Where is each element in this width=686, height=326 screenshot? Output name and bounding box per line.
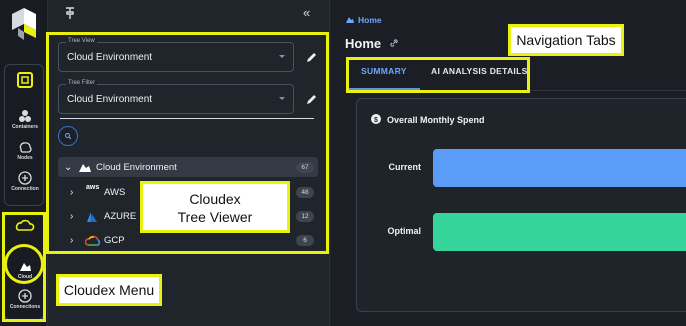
tabs-highlight: [346, 57, 530, 93]
dollar-icon: $: [371, 114, 381, 124]
nodes-icon: [19, 142, 32, 153]
monthly-spend-card: $ Overall Monthly Spend Current Optimal: [356, 98, 686, 312]
callout-line: Tree Viewer: [177, 209, 253, 225]
bar-current[interactable]: [433, 149, 686, 187]
rail-item-active-view[interactable]: [5, 71, 45, 89]
bar-optimal[interactable]: [433, 213, 686, 251]
bar-label-current: Current: [388, 162, 421, 172]
rail-item-connection[interactable]: Connection: [5, 171, 45, 192]
link-icon[interactable]: [389, 38, 399, 48]
bar-label-optimal: Optimal: [387, 226, 421, 236]
rail-item-containers[interactable]: Containers: [5, 109, 45, 130]
pin-icon[interactable]: [64, 6, 76, 25]
menu-callout: Cloudex Menu: [56, 274, 162, 306]
rail-label: Connection: [11, 186, 39, 192]
svg-text:$: $: [374, 117, 378, 124]
rail-group-infra: Containers Nodes Connection: [4, 64, 44, 206]
cloud-icon: [346, 17, 354, 23]
menu-highlight: [2, 212, 46, 322]
tree-viewer-callout: Cloudex Tree Viewer: [140, 181, 290, 233]
cloudex-logo[interactable]: [10, 8, 38, 42]
callout-line: Cloudex: [189, 191, 241, 207]
tabs-callout: Navigation Tabs: [508, 24, 624, 56]
page-title: Home: [345, 36, 399, 51]
card-title-text: Overall Monthly Spend: [387, 115, 485, 125]
collapse-panel-button[interactable]: «: [303, 5, 310, 20]
cube-outline-icon: [17, 72, 33, 88]
page-title-text: Home: [345, 36, 382, 51]
rail-label: Containers: [11, 124, 39, 130]
rail-label: Nodes: [17, 155, 33, 161]
card-title: $ Overall Monthly Spend: [371, 114, 485, 125]
connection-icon: [18, 171, 32, 185]
breadcrumb[interactable]: Home: [345, 15, 382, 25]
breadcrumb-label: Home: [358, 15, 382, 25]
containers-icon: [19, 110, 31, 122]
rail-item-nodes[interactable]: Nodes: [5, 140, 45, 161]
